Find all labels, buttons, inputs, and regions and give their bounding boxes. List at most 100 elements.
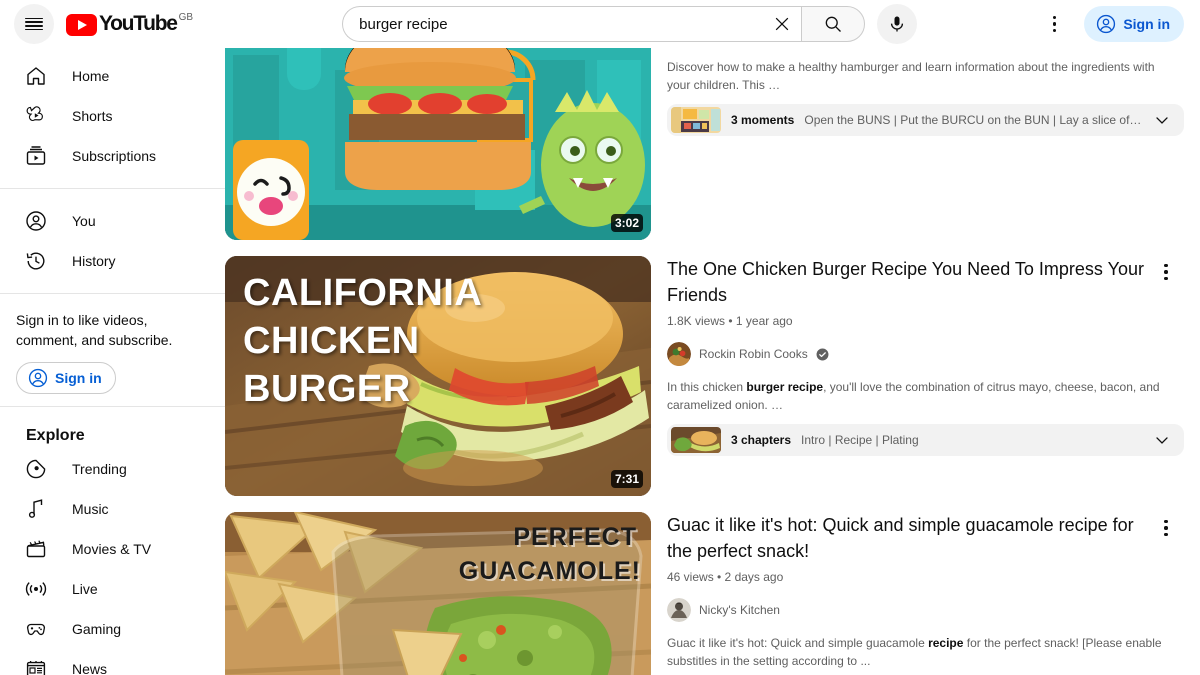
search-icon xyxy=(825,16,842,32)
chapter-count: 3 chapters xyxy=(731,433,792,447)
sidebar-divider xyxy=(0,188,225,189)
search-results-list[interactable]: 3:02 Smile and Learn - English xyxy=(225,48,1200,675)
sign-in-button[interactable]: Sign in xyxy=(1084,6,1184,42)
more-vertical-icon xyxy=(1164,263,1168,281)
sidebar-item-home[interactable]: Home xyxy=(12,56,213,96)
avatar xyxy=(667,598,691,622)
history-icon xyxy=(24,249,48,273)
sidebar-item-label: You xyxy=(72,213,96,229)
account-circle-icon xyxy=(28,368,48,388)
sidebar-divider xyxy=(0,293,225,294)
sidebar-item-news[interactable]: News xyxy=(12,649,213,675)
search-result-item[interactable]: CALIFORNIA CHICKEN BURGER 7:31 The One C… xyxy=(225,256,1200,496)
sidebar-item-music[interactable]: Music xyxy=(12,489,213,529)
thumbnail-overlay-line2: CHICKEN xyxy=(243,320,420,362)
sidebar-item-label: Gaming xyxy=(72,621,122,637)
search-result-item[interactable]: 3:02 Smile and Learn - English xyxy=(225,48,1200,240)
search-button[interactable] xyxy=(801,6,866,42)
sidebar-item-gaming[interactable]: Gaming xyxy=(12,609,213,649)
sign-in-prompt-text: Sign in to like videos, comment, and sub… xyxy=(16,312,173,348)
desc-highlight: burger recipe xyxy=(746,380,824,394)
masthead-left: YouTube GB xyxy=(0,4,225,44)
sidebar-item-label: Shorts xyxy=(72,108,113,124)
close-icon[interactable] xyxy=(763,7,801,41)
channel-row[interactable]: Rockin Robin Cooks xyxy=(667,342,1184,366)
sidebar-item-label: News xyxy=(72,661,108,675)
chapter-list: Intro | Recipe | Plating xyxy=(801,433,919,447)
chevron-down-icon[interactable] xyxy=(1152,110,1172,130)
live-icon xyxy=(24,577,48,601)
video-thumbnail[interactable]: CALIFORNIA CHICKEN BURGER 7:31 xyxy=(225,256,651,496)
search-input[interactable] xyxy=(359,7,764,41)
verified-badge-icon xyxy=(816,348,829,360)
hamburger-icon xyxy=(25,17,43,31)
sidebar-item-live[interactable]: Live xyxy=(12,569,213,609)
masthead-right: Sign in xyxy=(1034,4,1200,44)
search-area xyxy=(342,4,918,44)
search-box[interactable] xyxy=(342,6,802,42)
account-circle-icon xyxy=(1097,14,1116,34)
account-circle-icon xyxy=(24,209,48,233)
sidebar-item-shorts[interactable]: Shorts xyxy=(12,96,213,136)
sidebar-item-label: Subscriptions xyxy=(72,148,157,164)
sidebar-item-history[interactable]: History xyxy=(12,241,213,281)
gaming-icon xyxy=(24,617,48,641)
video-menu-button[interactable] xyxy=(1152,258,1180,286)
video-thumbnail[interactable]: 3:02 xyxy=(225,48,651,240)
video-description: In this chicken burger recipe, you'll lo… xyxy=(667,378,1184,414)
sidebar-sign-in-button[interactable]: Sign in xyxy=(16,362,116,394)
music-icon xyxy=(24,497,48,521)
chapters-strip[interactable]: 3 moments Open the BUNS | Put the BURCU … xyxy=(667,104,1184,136)
subscriptions-icon xyxy=(24,144,48,168)
sidebar-item-you[interactable]: You xyxy=(12,201,213,241)
voice-search-button[interactable] xyxy=(877,4,918,44)
youtube-logo[interactable]: YouTube GB xyxy=(66,12,193,36)
thumbnail-overlay-line1: PERFECT xyxy=(513,523,637,551)
sidebar-divider xyxy=(0,406,225,407)
settings-menu-button[interactable] xyxy=(1034,4,1074,44)
chapter-thumbnail xyxy=(671,107,721,133)
microphone-icon xyxy=(891,16,904,32)
desc-highlight: recipe xyxy=(928,636,964,650)
youtube-play-icon xyxy=(66,14,97,36)
thumbnail-art-cartoon-burger xyxy=(225,48,651,240)
masthead-center xyxy=(225,4,1034,44)
sidebar-item-label: Home xyxy=(72,68,110,84)
more-vertical-icon xyxy=(1052,15,1057,33)
sidebar-item-subscriptions[interactable]: Subscriptions xyxy=(12,136,213,176)
video-stats: 46 views • 2 days ago xyxy=(667,570,784,584)
chapter-list: Open the BUNS | Put the BURCU on the BUN… xyxy=(804,113,1142,127)
sidebar-item-label: Trending xyxy=(72,461,127,477)
news-icon xyxy=(24,657,48,675)
guide-toggle-button[interactable] xyxy=(14,4,54,44)
chevron-down-icon[interactable] xyxy=(1152,430,1172,450)
video-description: Discover how to make a healthy hamburger… xyxy=(667,58,1184,94)
desc-pre: Discover how to make a healthy hamburger… xyxy=(667,60,1155,92)
explore-heading: Explore xyxy=(26,427,85,444)
video-duration: 7:31 xyxy=(610,470,643,488)
sign-in-prompt: Sign in to like videos, comment, and sub… xyxy=(0,306,225,394)
video-thumbnail[interactable]: PERFECT GUACAMOLE! xyxy=(225,512,651,675)
youtube-wordmark: YouTube xyxy=(99,12,178,35)
avatar xyxy=(667,342,691,366)
thumbnail-overlay-line1: CALIFORNIA xyxy=(243,272,483,314)
sidebar-item-movies-tv[interactable]: Movies & TV xyxy=(12,529,213,569)
sidebar: Home Shorts Subscriptions You History Si… xyxy=(0,48,225,675)
channel-name: Rockin Robin Cooks xyxy=(699,347,808,361)
video-menu-button[interactable] xyxy=(1152,514,1180,542)
thumbnail-overlay-line2: GUACAMOLE! xyxy=(458,557,641,585)
trending-icon xyxy=(24,457,48,481)
video-meta: The One Chicken Burger Recipe You Need T… xyxy=(667,256,1184,496)
thumbnail-overlay-line3: BURGER xyxy=(243,368,411,410)
desc-pre: Guac it like it's hot: Quick and simple … xyxy=(667,636,929,650)
sidebar-item-label: Live xyxy=(72,581,98,597)
channel-row[interactable]: Nicky's Kitchen xyxy=(667,598,1184,622)
video-title[interactable]: The One Chicken Burger Recipe You Need T… xyxy=(667,256,1184,308)
chapters-strip[interactable]: 3 chapters Intro | Recipe | Plating xyxy=(667,424,1184,456)
video-meta: Smile and Learn - English Discover how t… xyxy=(667,48,1184,240)
sidebar-item-trending[interactable]: Trending xyxy=(12,449,213,489)
video-title[interactable]: Guac it like it's hot: Quick and simple … xyxy=(667,512,1184,564)
sidebar-item-label: Movies & TV xyxy=(72,541,152,557)
video-stats: 1.8K views • 1 year ago xyxy=(667,314,793,328)
search-result-item[interactable]: PERFECT GUACAMOLE! Guac it like it's hot… xyxy=(225,512,1200,675)
